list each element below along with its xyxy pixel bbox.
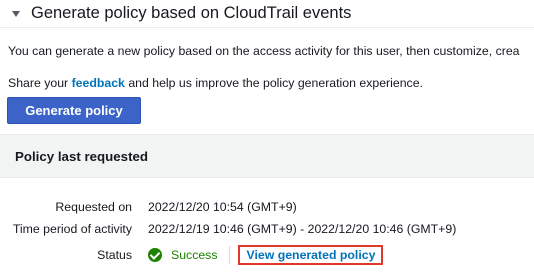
generate-policy-button[interactable]: Generate policy xyxy=(7,97,141,124)
panel-title: Policy last requested xyxy=(15,148,149,164)
section-title: Generate policy based on CloudTrail even… xyxy=(31,4,352,22)
section-expander[interactable]: Generate policy based on CloudTrail even… xyxy=(0,0,534,28)
requested-on-value: 2022/12/20 10:54 (GMT+9) xyxy=(148,200,297,214)
feedback-link[interactable]: feedback xyxy=(72,76,125,90)
status-row: Success View generated policy xyxy=(148,245,384,265)
description-text: You can generate a new policy based on t… xyxy=(8,44,520,58)
panel-header: Policy last requested xyxy=(0,134,534,178)
view-generated-policy-link[interactable]: View generated policy xyxy=(238,245,384,265)
feedback-prefix: Share your xyxy=(8,76,72,90)
time-period-value: 2022/12/19 10:46 (GMT+9) - 2022/12/20 10… xyxy=(148,222,457,236)
policy-generation-section: Generate policy based on CloudTrail even… xyxy=(0,0,534,277)
feedback-suffix: and help us improve the policy generatio… xyxy=(124,76,423,90)
feedback-prompt: Share your feedback and help us improve … xyxy=(8,76,423,90)
status-label: Status xyxy=(97,248,132,262)
caret-down-icon[interactable] xyxy=(12,10,20,17)
status-divider xyxy=(229,246,231,264)
status-value: Success xyxy=(171,248,218,262)
success-check-icon xyxy=(148,248,162,262)
time-period-label: Time period of activity xyxy=(12,222,132,236)
requested-on-label: Requested on xyxy=(55,200,132,214)
